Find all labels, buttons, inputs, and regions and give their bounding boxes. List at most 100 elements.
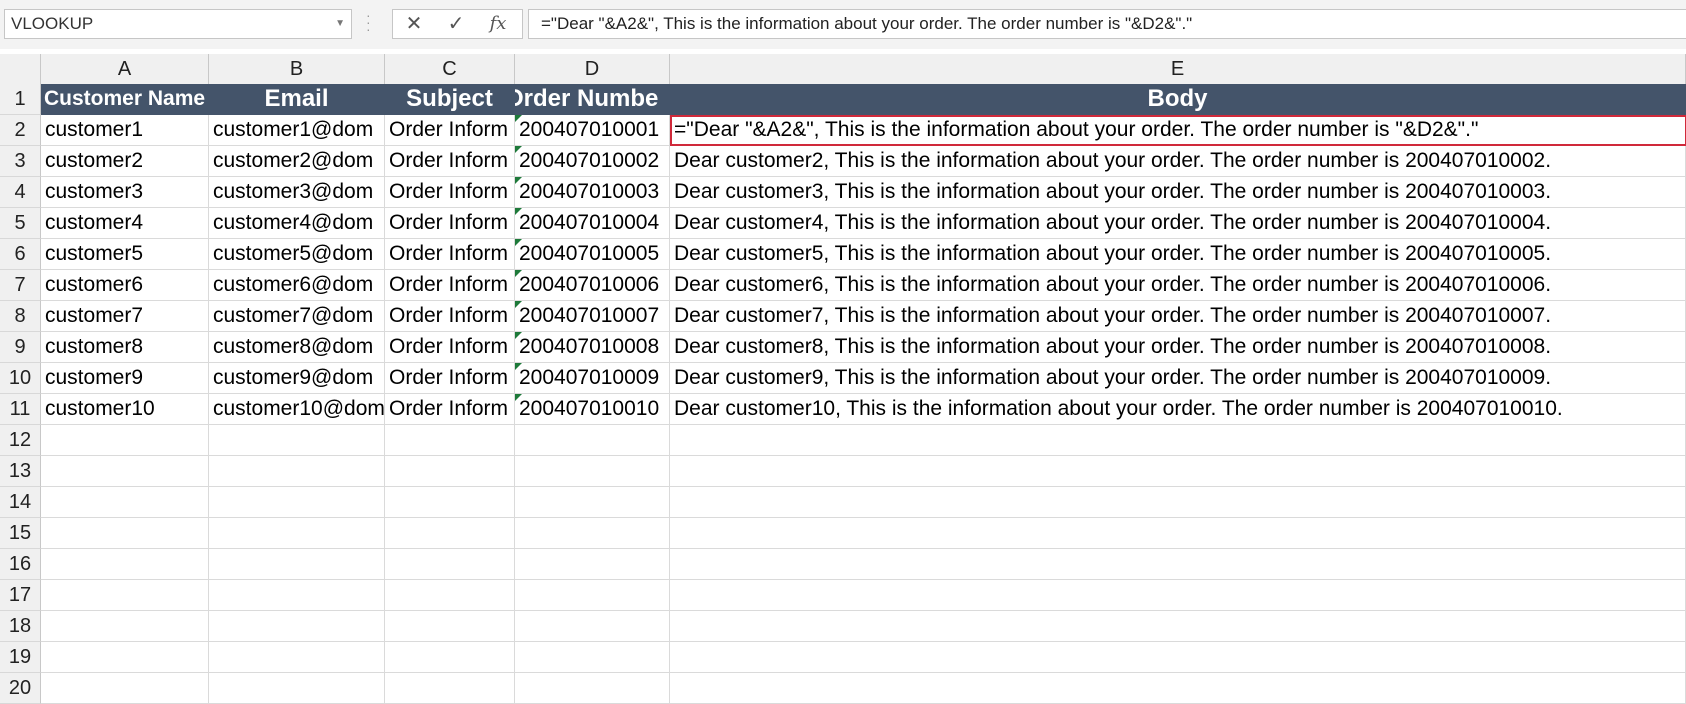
cell-d[interactable]: 200407010004 — [515, 208, 670, 239]
row-number[interactable]: 14 — [0, 487, 41, 518]
cell-a[interactable]: customer8 — [41, 332, 209, 363]
column-header-a[interactable]: A — [41, 54, 209, 85]
cell-c[interactable]: Order Inform — [385, 177, 515, 208]
cell-c[interactable]: Order Inform — [385, 394, 515, 425]
row-number[interactable]: 13 — [0, 456, 41, 487]
cell-e[interactable] — [670, 673, 1686, 704]
row-number[interactable]: 1 — [0, 84, 41, 115]
cell-a[interactable] — [41, 673, 209, 704]
cell-e[interactable]: Dear customer7, This is the information … — [670, 301, 1686, 332]
cell-e[interactable]: Dear customer3, This is the information … — [670, 177, 1686, 208]
cell-e[interactable] — [670, 549, 1686, 580]
cell-c[interactable]: Order Inform — [385, 239, 515, 270]
cell-a[interactable]: customer10 — [41, 394, 209, 425]
cell-e[interactable] — [670, 642, 1686, 673]
cell-b[interactable] — [209, 673, 385, 704]
cell-a[interactable] — [41, 642, 209, 673]
cell-a[interactable]: customer2 — [41, 146, 209, 177]
cell-b[interactable]: customer5@dom — [209, 239, 385, 270]
cell-d[interactable]: 200407010006 — [515, 270, 670, 301]
cell-d[interactable]: 200407010008 — [515, 332, 670, 363]
cell-e[interactable]: Dear customer5, This is the information … — [670, 239, 1686, 270]
cell-c[interactable]: Order Inform — [385, 115, 515, 146]
cell-c[interactable] — [385, 456, 515, 487]
cell-e[interactable]: Dear customer9, This is the information … — [670, 363, 1686, 394]
cell-d[interactable]: 200407010010 — [515, 394, 670, 425]
cell-c[interactable]: Order Inform — [385, 363, 515, 394]
cell-c[interactable] — [385, 487, 515, 518]
cell-e[interactable] — [670, 487, 1686, 518]
cell-d[interactable]: 200407010005 — [515, 239, 670, 270]
cell-b[interactable]: customer7@dom — [209, 301, 385, 332]
cell-b[interactable]: customer10@dom — [209, 394, 385, 425]
cell-d[interactable]: 200407010007 — [515, 301, 670, 332]
cell-c[interactable]: Order Inform — [385, 332, 515, 363]
row-number[interactable]: 20 — [0, 673, 41, 704]
row-number[interactable]: 12 — [0, 425, 41, 456]
cell-a[interactable] — [41, 425, 209, 456]
cell-d[interactable] — [515, 487, 670, 518]
cell-c[interactable] — [385, 518, 515, 549]
cell-a[interactable] — [41, 456, 209, 487]
cell-e[interactable]: Dear customer8, This is the information … — [670, 332, 1686, 363]
cell-b[interactable]: customer9@dom — [209, 363, 385, 394]
close-icon[interactable]: ✕ — [401, 13, 427, 35]
cell-d[interactable] — [515, 518, 670, 549]
cell-b[interactable] — [209, 580, 385, 611]
cell-d[interactable] — [515, 580, 670, 611]
cell-c[interactable]: Order Inform — [385, 301, 515, 332]
cell-a[interactable]: customer4 — [41, 208, 209, 239]
cell-a[interactable] — [41, 580, 209, 611]
row-number[interactable]: 10 — [0, 363, 41, 394]
column-header-d[interactable]: D — [515, 54, 670, 85]
row-number[interactable]: 6 — [0, 239, 41, 270]
row-number[interactable]: 18 — [0, 611, 41, 642]
cell-d[interactable] — [515, 425, 670, 456]
drag-handle-icon[interactable]: · · · — [366, 8, 372, 36]
cell-b[interactable]: customer6@dom — [209, 270, 385, 301]
cell-b[interactable]: customer4@dom — [209, 208, 385, 239]
row-number[interactable]: 3 — [0, 146, 41, 177]
cell-e[interactable]: Dear customer2, This is the information … — [670, 146, 1686, 177]
row-number[interactable]: 5 — [0, 208, 41, 239]
cell-d[interactable] — [515, 549, 670, 580]
cell-b[interactable]: customer2@dom — [209, 146, 385, 177]
cell-a[interactable] — [41, 549, 209, 580]
check-icon[interactable]: ✓ — [443, 13, 469, 35]
row-number[interactable]: 16 — [0, 549, 41, 580]
formula-input[interactable]: ="Dear "&A2&", This is the information a… — [528, 9, 1686, 39]
cell-a[interactable]: customer5 — [41, 239, 209, 270]
cell-c[interactable] — [385, 673, 515, 704]
cell-d[interactable]: 200407010002 — [515, 146, 670, 177]
cell-c[interactable]: Order Inform — [385, 146, 515, 177]
cell-e[interactable]: Dear customer10, This is the information… — [670, 394, 1686, 425]
column-header-c[interactable]: C — [385, 54, 515, 85]
cell-a[interactable]: customer3 — [41, 177, 209, 208]
cell-a[interactable] — [41, 518, 209, 549]
cell-b[interactable]: customer3@dom — [209, 177, 385, 208]
cell-b[interactable] — [209, 518, 385, 549]
cell-c[interactable] — [385, 642, 515, 673]
cell-c[interactable] — [385, 611, 515, 642]
cell-c[interactable] — [385, 549, 515, 580]
header-cell-c[interactable]: Subject — [385, 84, 515, 115]
cell-d[interactable] — [515, 611, 670, 642]
cell-b[interactable] — [209, 611, 385, 642]
select-all-corner[interactable] — [0, 54, 41, 85]
cell-b[interactable] — [209, 487, 385, 518]
cell-e[interactable] — [670, 611, 1686, 642]
cell-c[interactable] — [385, 425, 515, 456]
header-cell-b[interactable]: Email — [209, 84, 385, 115]
row-number[interactable]: 19 — [0, 642, 41, 673]
cell-e[interactable]: Dear customer4, This is the information … — [670, 208, 1686, 239]
row-number[interactable]: 17 — [0, 580, 41, 611]
cell-d[interactable] — [515, 456, 670, 487]
row-number[interactable]: 2 — [0, 115, 41, 146]
cell-a[interactable]: customer7 — [41, 301, 209, 332]
cell-e[interactable] — [670, 518, 1686, 549]
cell-d[interactable]: 200407010001 — [515, 115, 670, 146]
row-number[interactable]: 4 — [0, 177, 41, 208]
chevron-down-icon[interactable]: ▼ — [335, 10, 345, 38]
cell-b[interactable] — [209, 456, 385, 487]
cell-a[interactable]: customer9 — [41, 363, 209, 394]
